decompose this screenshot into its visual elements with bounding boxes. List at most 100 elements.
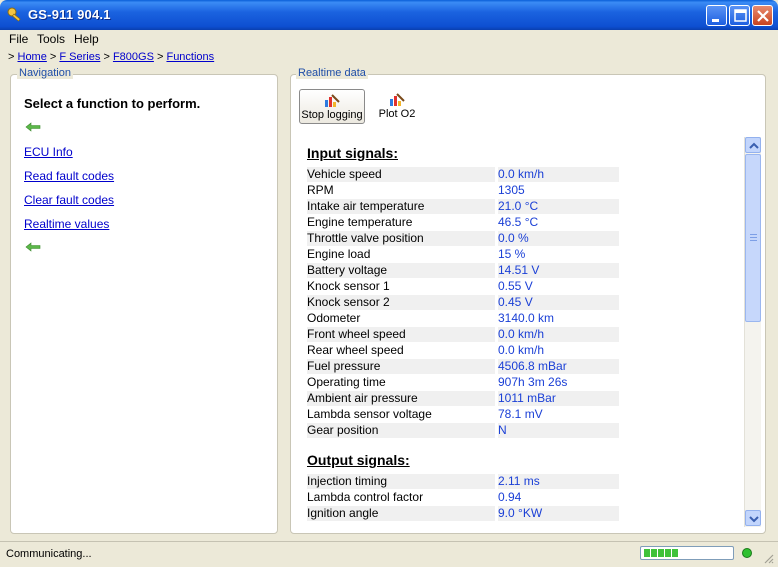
signal-value: 4506.8 mBar [498,359,619,374]
input-signal-row: Battery voltage 14.51 V [307,263,619,278]
nav-link-clear-fault-codes[interactable]: Clear fault codes [24,193,114,207]
close-button[interactable] [752,5,773,26]
signal-value: 0.55 V [498,279,533,293]
title-bar: GS-911 904.1 [0,0,778,30]
breadcrumb-home[interactable]: Home [18,51,47,63]
minimize-button[interactable] [706,5,727,26]
scroll-down-button[interactable] [745,510,761,526]
maximize-button[interactable] [729,5,750,26]
breadcrumb: > Home > F Series > F800GS > Functions [8,51,214,63]
back-arrow-icon[interactable] [25,242,41,252]
chevron-up-icon [749,142,759,149]
nav-link-read-fault-codes[interactable]: Read fault codes [24,169,114,183]
input-signal-row: Throttle valve position 0.0 % [307,231,619,246]
input-signals-title: Input signals: [307,145,398,161]
breadcrumb-separator: > [49,51,57,63]
input-signal-row: Engine load 15 % [307,247,619,262]
signals-scroll-area[interactable]: Input signals: Vehicle speed 0.0 km/h RPM 1… [299,137,761,527]
scroll-grip-line [750,237,757,238]
scroll-grip-line [750,234,757,235]
input-signal-row: Rear wheel speed 0.0 km/h [307,343,619,358]
scroll-grip-line [750,240,757,241]
signal-value: 1305 [498,183,525,197]
signal-name: Fuel pressure [307,359,495,374]
nav-link-ecu-info[interactable]: ECU Info [24,145,73,159]
signal-value: 15 % [498,247,526,261]
signal-name: Lambda control factor [307,490,424,504]
chart-pencil-icon [325,94,340,107]
progress-segment [672,549,678,557]
signal-value: 9.0 °KW [498,506,619,521]
signal-value: 21.0 °C [498,199,619,214]
chevron-down-icon [749,516,759,523]
navigation-group-label: Navigation [17,67,73,79]
navigation-panel: Navigation Select a function to perform.… [10,67,278,534]
signal-name: Odometer [307,311,361,325]
status-text: Communicating... [6,548,92,560]
output-signal-row: Lambda control factor 0.94 [307,490,619,505]
signal-name: Injection timing [307,474,495,489]
signal-name: Operating time [307,375,386,389]
signal-name: Gear position [307,423,495,438]
input-signal-row: Vehicle speed 0.0 km/h [307,167,619,182]
signal-value: 0.0 km/h [498,327,619,342]
plot-o2-label: Plot O2 [378,108,416,120]
back-arrow-icon[interactable] [25,122,41,132]
signal-value: 78.1 mV [498,407,543,421]
input-signal-row: RPM 1305 [307,183,619,198]
scroll-thumb[interactable] [745,154,761,322]
input-signal-row: Engine temperature 46.5 °C [307,215,619,230]
output-signal-row: Ignition angle 9.0 °KW [307,506,619,521]
input-signal-row: Operating time 907h 3m 26s [307,375,619,390]
signal-value: 0.0 km/h [498,343,545,357]
menu-help[interactable]: Help [74,32,99,46]
communication-progress [640,546,734,560]
plot-o2-button[interactable]: Plot O2 [375,89,419,124]
signal-name: Intake air temperature [307,199,495,214]
input-signal-row: Knock sensor 1 0.55 V [307,279,619,294]
signal-value: 907h 3m 26s [498,375,568,389]
signal-name: Lambda sensor voltage [307,407,432,421]
signal-name: RPM [307,183,334,197]
progress-segment [658,549,664,557]
signal-name: Knock sensor 1 [307,279,390,293]
signal-name: Throttle valve position [307,231,495,246]
menu-tools[interactable]: Tools [37,32,65,46]
input-signal-row: Knock sensor 2 0.45 V [307,295,619,310]
resize-grip-icon[interactable] [762,552,774,564]
chart-pencil-icon [390,93,405,106]
vertical-scrollbar[interactable] [744,137,761,527]
minimize-icon [712,19,719,22]
realtime-group-label: Realtime data [296,67,368,79]
close-icon [757,10,769,22]
navigation-heading: Select a function to perform. [24,96,201,111]
menu-bar: File Tools Help [0,30,778,48]
progress-segment [665,549,671,557]
window-title: GS-911 904.1 [28,7,111,22]
input-signal-row: Lambda sensor voltage 78.1 mV [307,407,619,422]
signal-value: 14.51 V [498,263,619,278]
breadcrumb-separator: > [103,51,110,63]
breadcrumb-f-series[interactable]: F Series [59,51,100,63]
scroll-up-button[interactable] [745,137,761,153]
signal-name: Knock sensor 2 [307,295,495,310]
output-signal-row: Injection timing 2.11 ms [307,474,619,489]
signal-name: Engine temperature [307,215,413,229]
signal-name: Front wheel speed [307,327,495,342]
output-signals-title: Output signals: [307,452,410,468]
signal-value: 0.45 V [498,295,619,310]
status-bar: Communicating... [0,541,778,567]
menu-file[interactable]: File [9,32,28,46]
stop-logging-button[interactable]: Stop logging [299,89,365,124]
input-signal-row: Intake air temperature 21.0 °C [307,199,619,214]
signal-value: 0.94 [498,490,522,504]
signal-name: Ambient air pressure [307,391,495,406]
input-signal-row: Fuel pressure 4506.8 mBar [307,359,619,374]
breadcrumb-f800gs[interactable]: F800GS [113,51,154,63]
breadcrumb-functions[interactable]: Functions [166,51,214,63]
signal-value: 0.0 % [498,231,619,246]
signal-value: 2.11 ms [498,474,619,489]
nav-link-realtime-values[interactable]: Realtime values [24,217,109,231]
signal-name: Vehicle speed [307,167,495,182]
signal-value: 3140.0 km [498,311,555,325]
